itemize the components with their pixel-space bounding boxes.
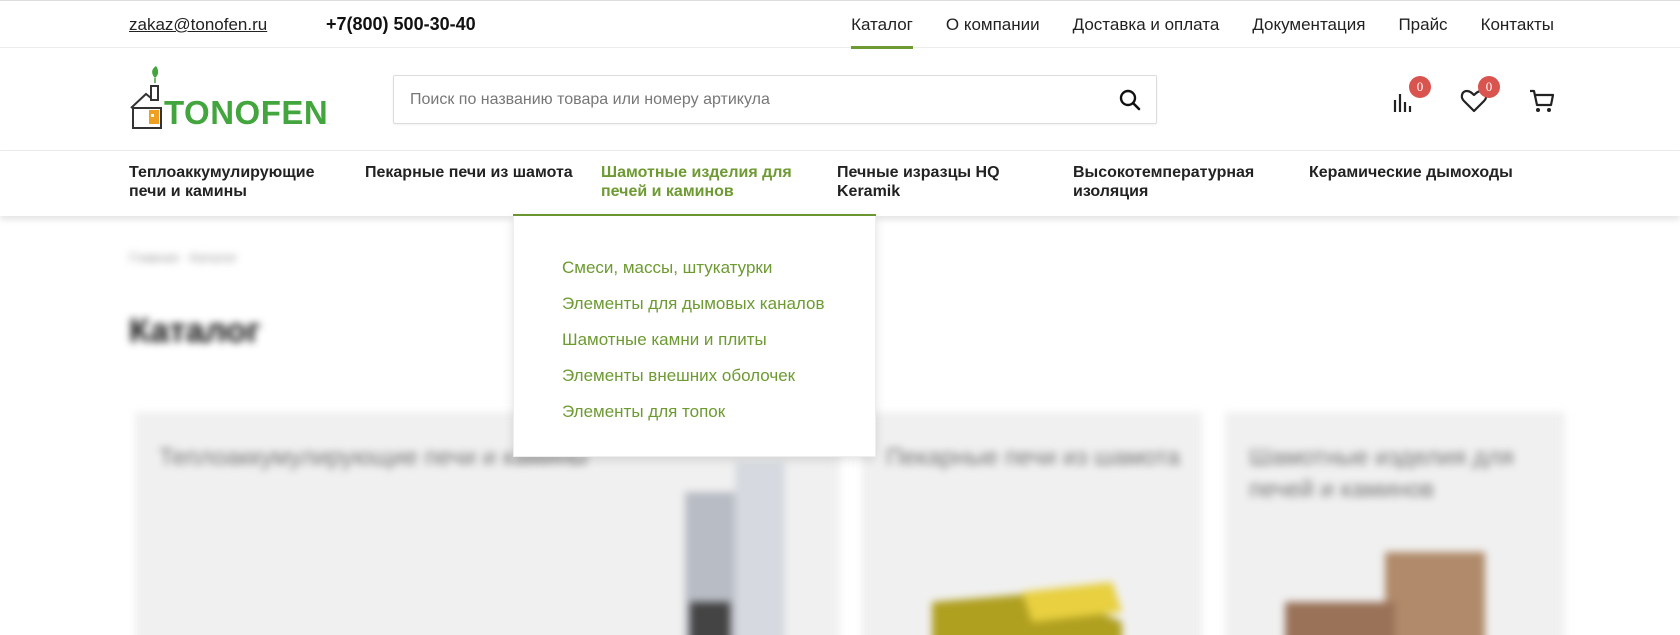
dropdown-item-mixes[interactable]: Смеси, массы, штукатурки — [562, 258, 772, 278]
logo[interactable]: TONOFEN — [129, 66, 328, 132]
brick-image — [1285, 552, 1485, 635]
stove-image — [685, 462, 785, 635]
search-icon[interactable] — [1118, 88, 1142, 112]
product-image — [932, 582, 1122, 635]
dropdown-item-chimney-elements[interactable]: Элементы для дымовых каналов — [562, 294, 825, 314]
category-nav: Теплоаккумулирующие печи и камины Пекарн… — [0, 151, 1680, 217]
cat-chamotte-products[interactable]: Шамотные изделия для печей и каминов — [601, 163, 811, 201]
search-box — [393, 75, 1157, 124]
top-nav-price[interactable]: Прайс — [1398, 1, 1447, 49]
dropdown-item-outer-shells[interactable]: Элементы внешних оболочек — [562, 366, 795, 386]
top-nav-about[interactable]: О компании — [946, 1, 1040, 49]
logo-text: TONOFEN — [164, 94, 329, 131]
dropdown-item-firebox-elements[interactable]: Элементы для топок — [562, 402, 725, 422]
category-dropdown: Смеси, массы, штукатурки Элементы для ды… — [513, 216, 876, 457]
house-icon — [130, 66, 162, 129]
catalog-card[interactable]: Пекарные печи из шамота — [862, 412, 1202, 635]
cat-tiles-hq-keramik[interactable]: Печные изразцы HQ Keramik — [837, 163, 1047, 201]
top-bar: zakaz@tonofen.ru +7(800) 500-30-40 Катал… — [0, 0, 1680, 49]
top-nav: Каталог О компании Доставка и оплата Док… — [818, 1, 1554, 49]
cat-heat-accumulating[interactable]: Теплоаккумулирующие печи и камины — [129, 163, 339, 201]
header: TONOFEN 0 0 — [0, 48, 1680, 151]
top-nav-docs[interactable]: Документация — [1252, 1, 1365, 49]
cart-icon[interactable] — [1527, 86, 1557, 116]
phone-number[interactable]: +7(800) 500-30-40 — [326, 14, 476, 35]
page-title: Каталог — [129, 312, 261, 350]
top-nav-catalog[interactable]: Каталог — [851, 1, 913, 49]
catalog-card[interactable]: Шамотные изделия для печей и каминов — [1225, 412, 1565, 635]
email-link[interactable]: zakaz@tonofen.ru — [129, 15, 267, 35]
search-input[interactable] — [410, 76, 1090, 123]
cat-bakery-ovens[interactable]: Пекарные печи из шамота — [365, 163, 575, 182]
catalog-card-title: Пекарные печи из шамота — [886, 444, 1181, 471]
breadcrumb[interactable]: Главная · Каталог — [129, 250, 237, 265]
dropdown-item-chamotte-stones[interactable]: Шамотные камни и плиты — [562, 330, 767, 350]
cat-high-temp-insulation[interactable]: Высокотемпературная изоляция — [1073, 163, 1283, 201]
top-nav-contacts[interactable]: Контакты — [1481, 1, 1554, 49]
compare-count-badge: 0 — [1409, 76, 1431, 98]
top-nav-delivery[interactable]: Доставка и оплата — [1073, 1, 1220, 49]
catalog-card-title: Шамотные изделия для печей и каминов — [1249, 444, 1514, 503]
favorites-count-badge: 0 — [1478, 76, 1500, 98]
cat-ceramic-chimneys[interactable]: Керамические дымоходы — [1309, 163, 1519, 182]
